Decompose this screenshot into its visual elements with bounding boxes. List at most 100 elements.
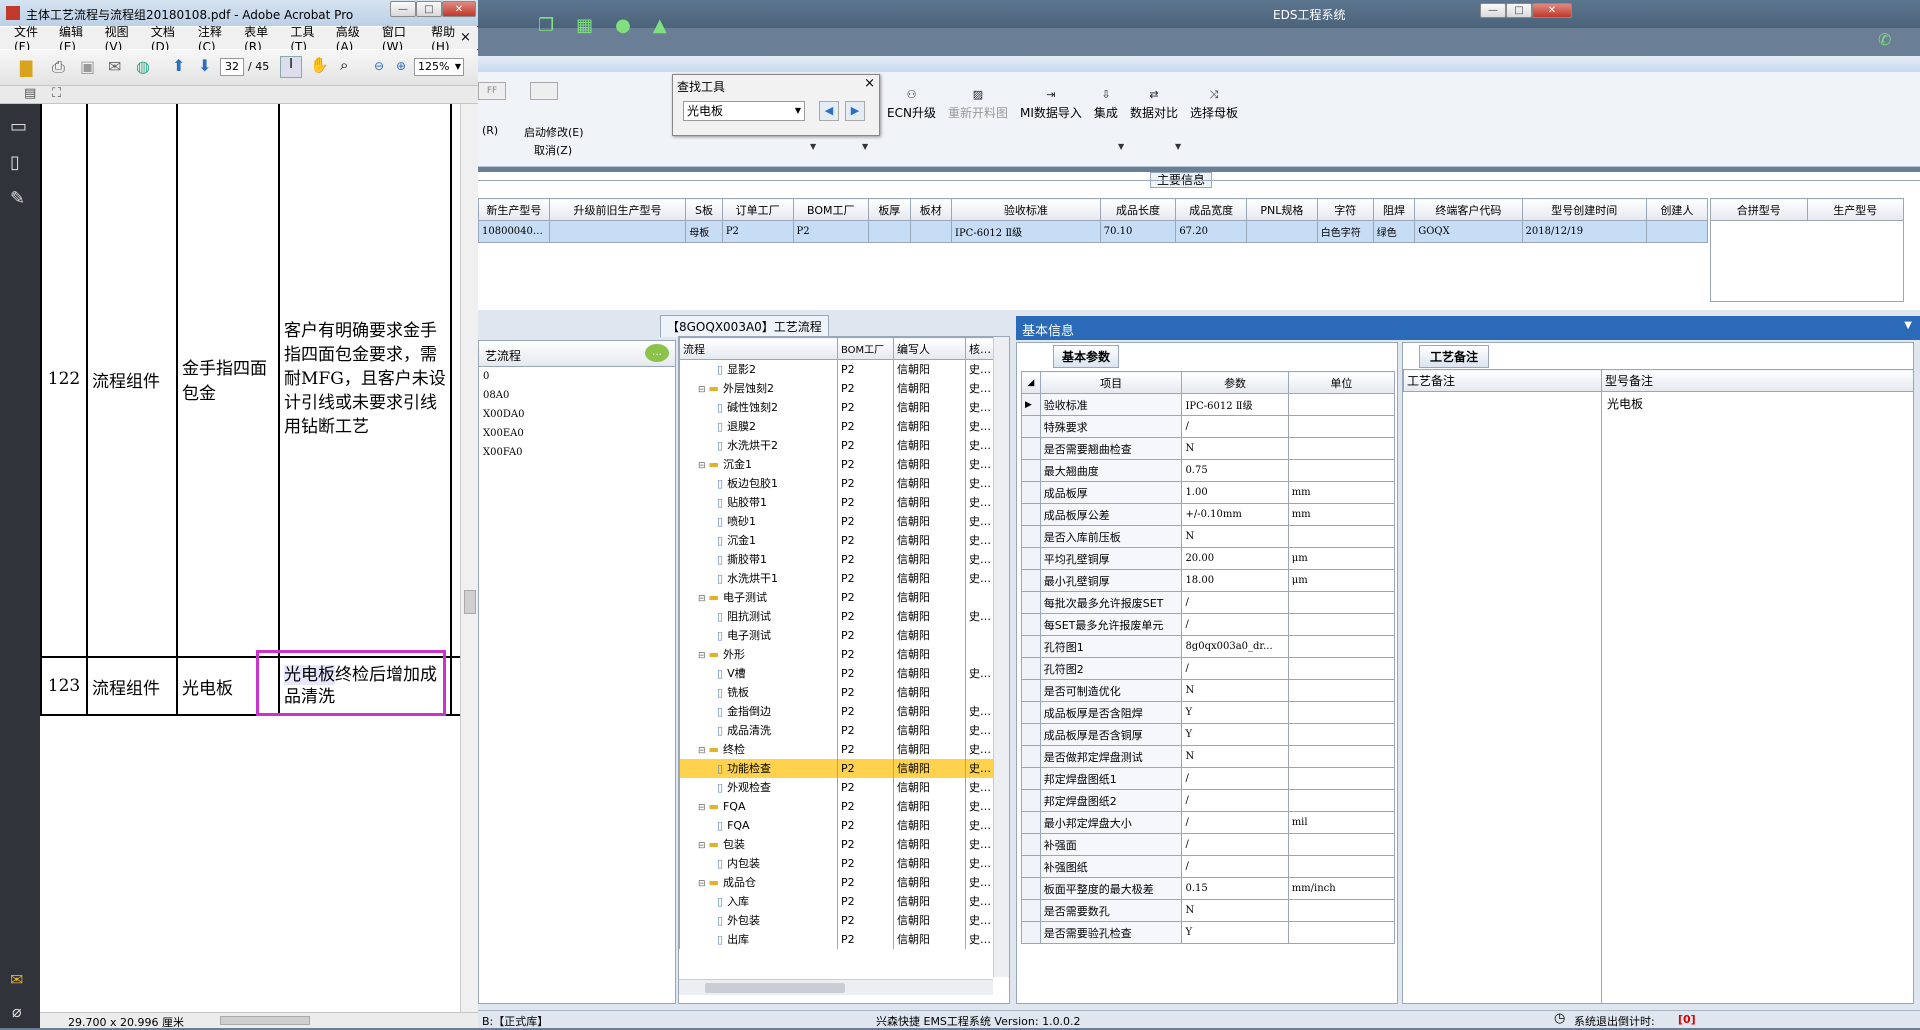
collapse-icon[interactable]: ⊟ xyxy=(698,385,706,395)
pages-icon[interactable]: ▭ xyxy=(10,116,27,137)
menu-item[interactable]: 文档(D) xyxy=(151,23,187,54)
flow-row[interactable]: ▯ 沉金1 P2 信朝阳 史伟 xyxy=(679,530,994,550)
param-row[interactable]: ▶ 验收标准 IPC-6012 Ⅱ级 xyxy=(1021,393,1396,416)
zoom-out-icon[interactable]: ⊖ xyxy=(374,59,384,73)
flow-row[interactable]: ⊟ ▬ 外形 P2 信朝阳 xyxy=(679,644,994,664)
param-row[interactable]: 孔符图1 8g0qx003a0_dr... xyxy=(1021,635,1396,658)
craft-tab[interactable]: 艺流程 … xyxy=(479,341,675,367)
ribbon-button[interactable]: ⚇ ECN升级 xyxy=(881,88,942,128)
flow-row[interactable]: ▯ 阻抗测试 P2 信朝阳 史伟 xyxy=(679,606,994,626)
param-row[interactable]: 邦定焊盘图纸2/ xyxy=(1021,789,1396,812)
save-icon[interactable]: ▣ xyxy=(80,57,95,76)
pdf-vscroll[interactable] xyxy=(460,104,478,1012)
main-col-header[interactable]: 升级前旧生产型号 xyxy=(548,198,687,221)
main-col-header[interactable]: 成品长度 xyxy=(1099,198,1177,221)
collapse-icon[interactable]: ⊟ xyxy=(698,746,706,756)
flow-row[interactable]: ▯ 入库 P2 信朝阳 史伟 xyxy=(679,891,994,911)
param-row[interactable]: 平均孔壁铜厚 20.00 μm xyxy=(1021,547,1396,570)
flow-row[interactable]: ⊟ ▬ 沉金1 P2 信朝阳 史伟 xyxy=(679,454,994,474)
main-col-header[interactable]: 终端客户代码 xyxy=(1414,198,1523,221)
page-number-input[interactable]: 32 xyxy=(220,58,244,76)
param-row[interactable]: 补强面 / xyxy=(1021,833,1396,856)
user-icon[interactable]: ● xyxy=(615,10,631,40)
flow-row[interactable]: ▯ 显影2 P2 信朝阳 史伟 xyxy=(679,359,994,379)
param-row[interactable]: 每批次最多允许报废SET / xyxy=(1021,591,1396,614)
flow-row[interactable]: ▯ 金指倒边 P2 信朝阳 史伟 xyxy=(679,701,994,721)
collapse-icon[interactable]: ⊟ xyxy=(698,461,706,471)
main-col-header[interactable]: 板厚 xyxy=(868,198,911,221)
disk-icon[interactable]: ▤ xyxy=(24,86,36,101)
menu-item[interactable]: 视图(V) xyxy=(105,23,140,54)
select-tool-icon[interactable]: I xyxy=(280,56,302,78)
zoom-in-icon[interactable]: ⊕ xyxy=(396,59,406,73)
main-col-header[interactable]: 新生产型号 xyxy=(478,198,550,221)
flow-row[interactable]: ▯ 水洗烘干2 P2 信朝阳 史伟 xyxy=(679,435,994,455)
flow-row[interactable]: ⊟ ▬ 包装 P2 信朝阳 史伟 xyxy=(679,834,994,854)
print-icon[interactable]: ⎙ xyxy=(52,57,65,77)
panel-menu-icon[interactable]: ▼ xyxy=(1904,320,1912,331)
flow-row[interactable]: ▯ 喷砂1 P2 信朝阳 史伟 xyxy=(679,511,994,531)
basic-param-tab[interactable]: 基本参数 xyxy=(1053,345,1120,368)
comment-icon[interactable]: … xyxy=(645,344,669,362)
param-row[interactable]: 补强图纸 / xyxy=(1021,855,1396,878)
flow-row[interactable]: ▯ 成品清洗 P2 信朝阳 史伟 xyxy=(679,720,994,740)
menu-item[interactable]: 注释(C) xyxy=(198,23,233,54)
menu-item[interactable]: 文件(F) xyxy=(14,23,48,54)
flow-row[interactable]: ▯ 出库 P2 信朝阳 史伟 xyxy=(679,929,994,949)
flow-row[interactable]: ▯ 功能检查 P2 信朝阳 史伟 xyxy=(679,758,994,778)
email-icon[interactable]: ✉ xyxy=(108,57,121,76)
list-item[interactable]: X00DA0 xyxy=(479,405,675,424)
param-row[interactable]: 孔符图2/ xyxy=(1021,657,1396,680)
acrobat-close-button[interactable]: ✕ xyxy=(442,1,476,17)
flow-row[interactable]: ⊟ ▬ FQA P2 信朝阳 史伟 xyxy=(679,796,994,816)
ribbon-button[interactable]: ⇥ MI数据导入 xyxy=(1014,88,1088,128)
bookmarks-icon[interactable]: ▯ xyxy=(10,152,20,173)
flow-row[interactable]: ▯ 外观检查 P2 信朝阳 史伟 xyxy=(679,777,994,797)
menu-item[interactable]: 工具(T) xyxy=(290,23,324,54)
param-row[interactable]: 成品板厚 1.00 mm xyxy=(1021,481,1396,504)
flow-row[interactable]: ▯ 外包装 P2 信朝阳 史伟 xyxy=(679,910,994,930)
flow-vscroll[interactable] xyxy=(993,337,1009,977)
craft-note-tab[interactable]: 工艺备注 xyxy=(1419,345,1490,368)
flow-row[interactable]: ▯ 水洗烘干1 P2 信朝阳 史伟 xyxy=(679,568,994,588)
fit-icon[interactable]: ⛶ xyxy=(52,86,61,101)
next-page-icon[interactable]: ⬇ xyxy=(198,56,211,75)
hand-tool-icon[interactable]: ✋ xyxy=(310,56,329,74)
flow-row[interactable]: ▯ V槽 P2 信朝阳 史伟 xyxy=(679,663,994,683)
flow-row[interactable]: ▯ 铣板 P2 信朝阳 xyxy=(679,682,994,702)
main-col-header[interactable]: PNL规格 xyxy=(1246,198,1318,221)
main-col-header[interactable]: 阻焊 xyxy=(1372,198,1416,221)
flow-row[interactable]: ▯ 内包装 P2 信朝阳 史伟 xyxy=(679,853,994,873)
main-col-header[interactable]: 板材 xyxy=(909,198,953,221)
list-item[interactable]: X00EA0 xyxy=(479,424,675,443)
param-row[interactable]: 最小孔壁铜厚 18.00 μm xyxy=(1021,569,1396,592)
copy-icon[interactable]: ❐ xyxy=(538,10,554,40)
param-row[interactable]: 最大翘曲度 0.75 xyxy=(1021,459,1396,482)
flow-row[interactable]: ▯ 电子测试 P2 信朝阳 xyxy=(679,625,994,645)
flow-row[interactable]: ⊟ ▬ 终检 P2 信朝阳 史伟 xyxy=(679,739,994,759)
attachment-icon[interactable]: ⌀ xyxy=(12,1002,22,1021)
param-row[interactable]: 成品板厚是否含阻焊 Y xyxy=(1021,701,1396,724)
param-row[interactable]: 是否需要验孔检查 Y xyxy=(1021,921,1396,944)
ribbon-button[interactable]: ⇩ 集成 xyxy=(1088,88,1124,128)
param-row[interactable]: 最小邦定焊盘大小 / mil xyxy=(1021,811,1396,834)
collapse-icon[interactable]: ⊟ xyxy=(698,594,706,604)
ribbon-button[interactable]: ⇄ 数据对比 xyxy=(1124,88,1184,128)
phone-icon[interactable]: ✆ xyxy=(1878,30,1891,49)
menu-item[interactable]: 窗口(W) xyxy=(382,23,420,54)
param-row[interactable]: 是否需要翘曲检查 N xyxy=(1021,437,1396,460)
maximize-button[interactable]: □ xyxy=(1506,3,1532,18)
share-icon[interactable]: ◍ xyxy=(136,57,150,76)
flow-row[interactable]: ▯ 板边包胶1 P2 信朝阳 史伟 xyxy=(679,473,994,493)
menu-item[interactable]: 表单(R) xyxy=(244,23,279,54)
main-col-header[interactable]: 验收标准 xyxy=(951,198,1101,221)
find-previous-icon[interactable]: ◀ xyxy=(819,101,839,121)
flow-row[interactable]: ⊟ ▬ 外层蚀刻2 P2 信朝阳 史伟 xyxy=(679,378,994,398)
collapse-icon[interactable]: ⊟ xyxy=(698,651,706,661)
param-row[interactable]: 每SET最多允许报废单元 / xyxy=(1021,613,1396,636)
ribbon-button[interactable]: ▨ 重新开料图 xyxy=(942,88,1014,128)
collapse-icon[interactable]: ⊟ xyxy=(698,803,706,813)
ribbon-button[interactable]: ⤨ 选择母板 xyxy=(1184,88,1244,128)
find-input[interactable]: 光电板 ▼ xyxy=(683,101,805,121)
flow-row[interactable]: ▯ 贴胶带1 P2 信朝阳 史伟 xyxy=(679,492,994,512)
